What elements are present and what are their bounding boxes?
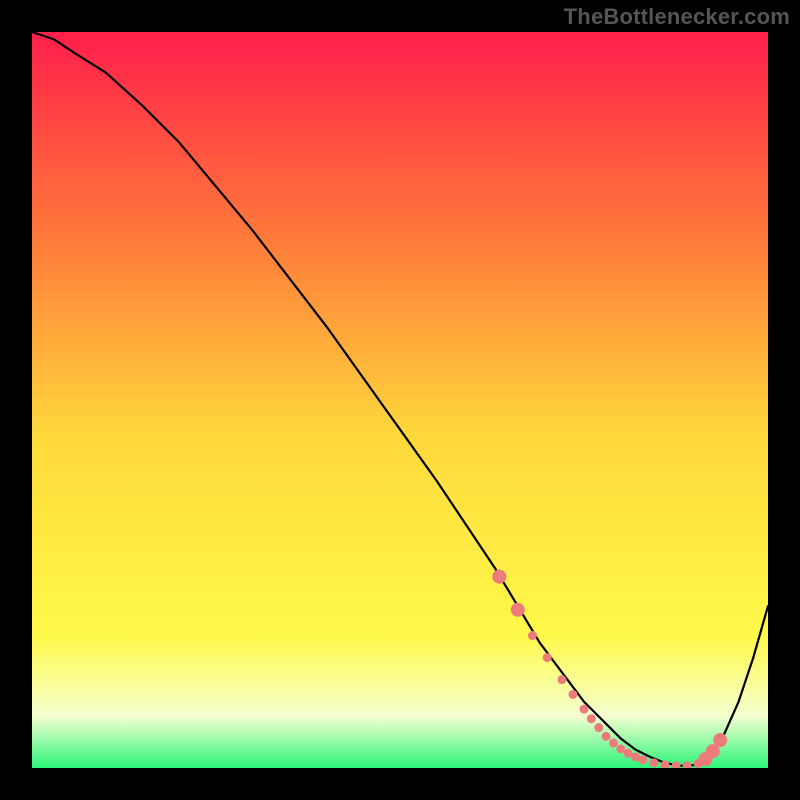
data-marker: [587, 714, 596, 723]
data-marker: [602, 732, 611, 741]
data-marker: [543, 653, 552, 662]
data-marker: [638, 755, 647, 764]
data-marker: [594, 723, 603, 732]
plot-background: [32, 32, 768, 768]
data-marker: [568, 690, 577, 699]
data-marker: [580, 705, 589, 714]
data-marker: [649, 758, 658, 767]
data-marker: [511, 603, 525, 617]
bottleneck-chart: [32, 32, 768, 768]
data-marker: [528, 631, 537, 640]
data-marker: [713, 733, 727, 747]
attribution-label: TheBottlenecker.com: [564, 4, 790, 30]
chart-container: TheBottlenecker.com: [0, 0, 800, 800]
data-marker: [557, 675, 566, 684]
data-marker: [492, 570, 506, 584]
data-marker: [609, 738, 618, 747]
